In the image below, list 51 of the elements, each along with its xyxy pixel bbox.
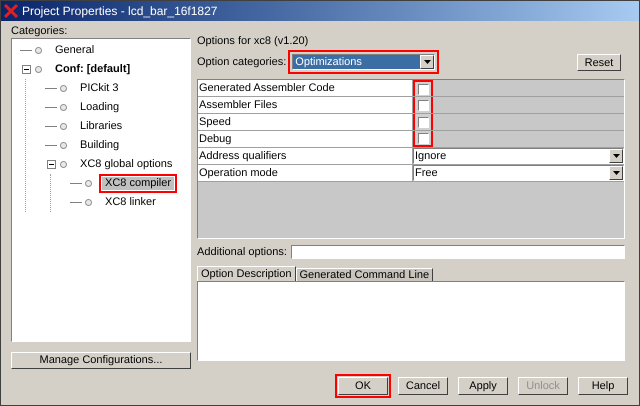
collapse-icon[interactable]	[46, 160, 56, 169]
node-icon	[60, 142, 67, 149]
tree-item[interactable]: Building	[77, 139, 122, 152]
dialog-button[interactable]: OK	[338, 377, 388, 395]
option-label: Debug	[198, 131, 413, 147]
dropdown-arrow-icon	[612, 154, 620, 158]
tab[interactable]: Option Description	[197, 266, 296, 281]
dropdown-arrow-icon	[424, 60, 431, 64]
checkbox[interactable]	[418, 84, 428, 94]
option-categories-dropdown[interactable]: Optimizations	[292, 54, 436, 70]
node-icon	[85, 180, 92, 187]
tree-item[interactable]: XC8 linker	[102, 196, 159, 209]
option-label: Generated Assembler Code	[198, 80, 413, 96]
options-heading: Options for xc8 (v1.20)	[197, 34, 310, 48]
tree-item[interactable]: Loading	[77, 101, 122, 114]
option-label: Speed	[198, 114, 413, 130]
additional-options-field[interactable]	[290, 245, 625, 259]
node-icon	[35, 47, 42, 54]
checkbox[interactable]	[418, 116, 428, 128]
dialog-button[interactable]: Help	[578, 377, 628, 395]
node-icon	[60, 123, 67, 130]
dialog-button[interactable]: Apply	[458, 377, 508, 395]
option-categories-label: Option categories:	[197, 54, 286, 70]
option-label: Address qualifiers	[198, 148, 413, 164]
node-icon	[35, 66, 42, 73]
option-label: Operation mode	[198, 165, 413, 181]
node-icon	[85, 199, 92, 206]
tree-item[interactable]: Libraries	[77, 120, 126, 133]
option-dropdown[interactable]: Ignore	[413, 148, 624, 164]
dialog-button[interactable]: Cancel	[398, 377, 448, 395]
node-icon	[60, 161, 67, 168]
tree-item[interactable]: XC8 global options	[77, 158, 176, 171]
checkbox[interactable]	[418, 100, 428, 110]
tree-item[interactable]: General	[52, 44, 98, 57]
categories-label: Categories:	[11, 24, 68, 38]
manage-configurations-button[interactable]: Manage Configurations...	[11, 352, 191, 369]
collapse-icon[interactable]	[22, 65, 30, 74]
tree-item[interactable]: XC8 compiler	[102, 177, 174, 190]
reset-button[interactable]: Reset	[577, 54, 621, 70]
dropdown-arrow-icon	[612, 171, 620, 175]
app-icon	[4, 4, 18, 18]
tree-item[interactable]: Conf: [default]	[52, 63, 134, 76]
tab[interactable]: Generated Command Line	[296, 268, 434, 281]
window-title: Project Properties - lcd_bar_16f1827	[22, 3, 218, 20]
additional-options-label: Additional options:	[197, 244, 287, 260]
node-icon	[60, 104, 67, 111]
tree-item[interactable]: PICkit 3	[77, 82, 122, 95]
option-dropdown[interactable]: Free	[413, 165, 624, 181]
node-icon	[60, 85, 67, 92]
option-label: Assembler Files	[198, 97, 413, 113]
checkbox[interactable]	[418, 132, 428, 144]
